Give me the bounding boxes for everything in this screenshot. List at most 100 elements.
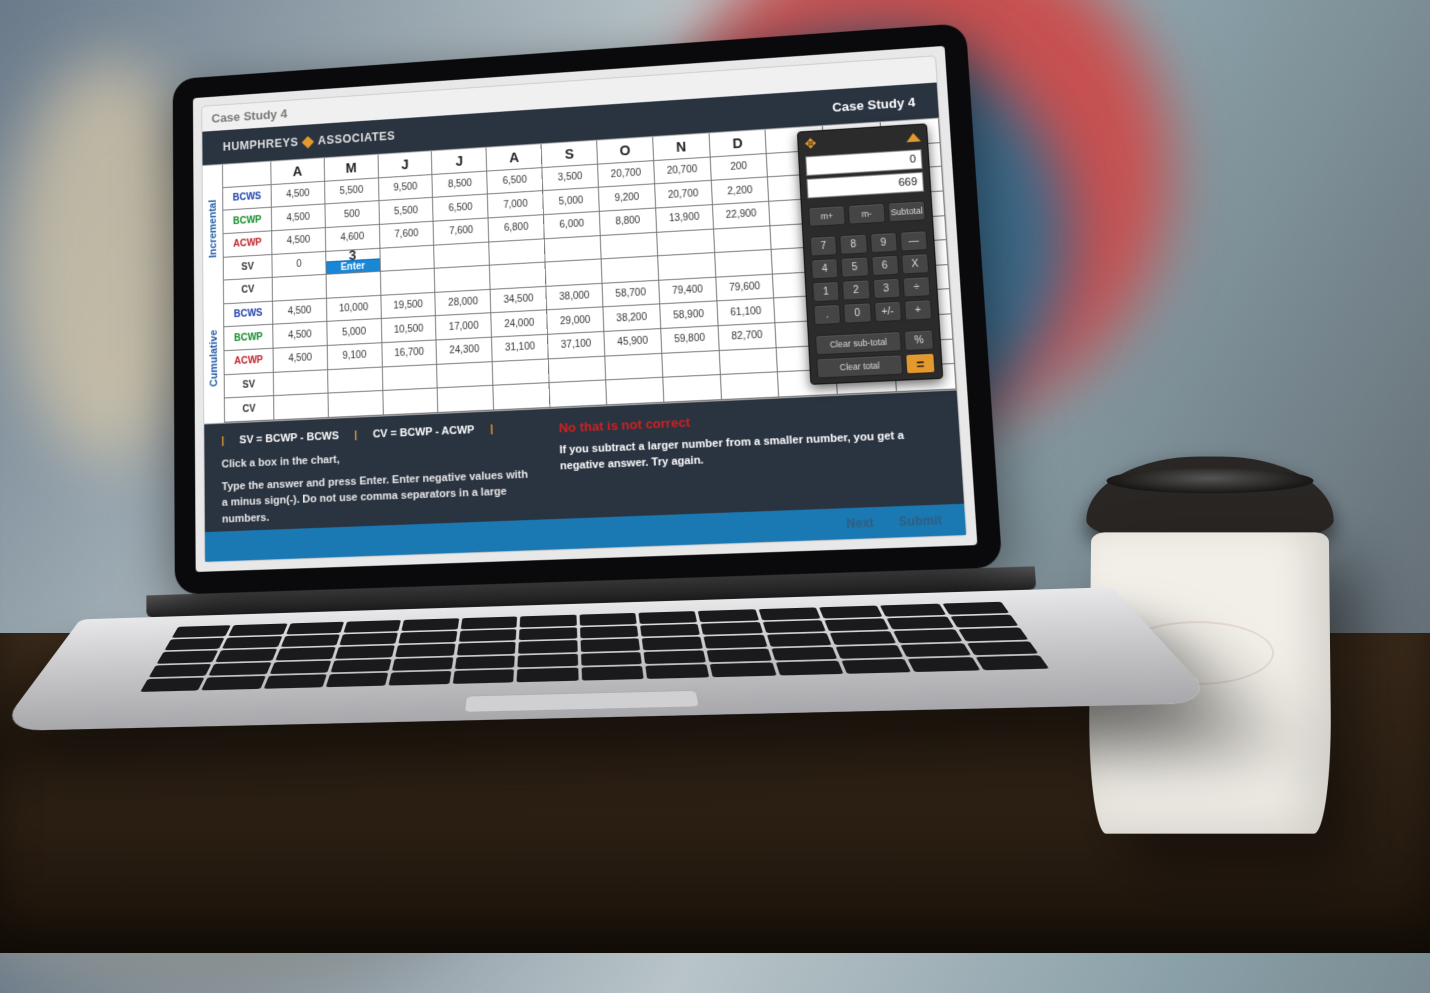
row-label [223,162,272,187]
calc-key-3[interactable]: 3 [872,278,900,299]
calc-key-8[interactable]: 8 [839,234,867,255]
cv-cell[interactable] [326,272,381,298]
inc-bcws-cell: 3,500 [543,164,599,190]
calc-key-9[interactable]: 9 [869,232,897,253]
cum-cv-cell[interactable] [663,375,722,401]
row-label-inc-bcws: BCWS [223,185,272,210]
calc-key-percent[interactable]: % [904,329,934,351]
cum-bcwp-cell: 38,200 [603,305,661,331]
calc-key-7[interactable]: 7 [810,235,838,256]
cum-acwp-cell: 24,300 [437,338,493,364]
cum-bcwp-cell: 29,000 [547,308,604,334]
inc-acwp-cell: 22,900 [713,202,771,228]
sv-cell[interactable] [545,236,602,262]
cv-cell[interactable] [381,269,436,295]
submit-button[interactable]: Submit [898,513,942,529]
cv-cell[interactable] [490,263,546,289]
calc-key-.[interactable]: . [813,304,841,325]
calc-key-1[interactable]: 1 [812,281,840,302]
cum-bcwp-cell: 61,100 [717,299,776,325]
sv-cell[interactable] [657,229,715,255]
active-entry-cell[interactable]: 3Enter [326,248,381,274]
instructions: Click a box in the chart, Type the answe… [222,443,538,527]
calc-key-—[interactable]: — [899,230,927,251]
month-header: J [432,148,487,174]
sv-cell[interactable] [380,245,435,271]
cum-cv-cell[interactable] [606,378,664,404]
calc-key-4[interactable]: 4 [811,258,839,279]
cum-sv-cell[interactable] [662,351,720,377]
calc-key-+[interactable]: + [904,299,933,321]
sv-cell[interactable]: 0 [272,251,326,277]
cum-cv-cell[interactable] [550,381,607,407]
cum-acwp-cell: 37,100 [548,332,605,358]
sv-cell[interactable] [714,226,772,252]
cum-cv-cell[interactable] [494,383,551,409]
cum-acwp-cell: 31,100 [492,335,549,361]
next-button[interactable]: Next [846,515,874,530]
calculator-widget[interactable]: ✥ 0 669 m+ m- Subtotal 789—456X123÷.0+ [797,123,943,385]
cum-bcws-cell: 28,000 [436,290,492,316]
cum-sv-cell[interactable] [605,354,663,380]
inc-bcwp-cell: 5,500 [379,198,434,224]
sv-cell[interactable] [435,242,491,268]
cv-cell[interactable] [658,253,716,279]
brand-logo: HUMPHREYS ◆ ASSOCIATES [223,126,396,156]
inc-acwp-cell: 6,000 [544,212,601,238]
cum-sv-cell[interactable] [328,367,383,393]
calc-key-÷[interactable]: ÷ [902,276,930,297]
calc-key-clear-sub[interactable]: Clear sub-total [815,331,902,355]
calc-key-mplus[interactable]: m+ [808,205,846,227]
cum-sv-cell[interactable] [438,362,494,388]
cum-sv-cell[interactable] [274,370,329,396]
calc-key-equals[interactable]: = [905,353,935,375]
cum-cv-cell[interactable] [721,373,780,399]
cum-sv-cell[interactable] [719,348,778,374]
move-icon[interactable]: ✥ [804,135,817,152]
calc-key-subtotal[interactable]: Subtotal [888,200,926,222]
cum-sv-cell[interactable] [493,359,550,385]
cum-bcwp-cell: 17,000 [436,314,492,340]
inc-bcws-cell: 20,700 [598,161,655,187]
cv-cell[interactable] [546,260,603,286]
calc-key-clear-total[interactable]: Clear total [816,354,903,378]
cum-bcws-cell: 19,500 [381,293,436,319]
cum-cv-cell[interactable] [438,386,494,412]
cum-cv-cell[interactable] [328,391,383,417]
row-label-sv: SV [224,254,273,279]
inc-bcwp-cell: 6,500 [433,195,488,221]
cv-cell[interactable] [435,266,491,292]
sv-cell[interactable] [601,232,658,258]
collapse-icon[interactable] [906,133,921,143]
sv-cell[interactable] [490,239,546,265]
row-label-cum-bcws: BCWS [224,301,273,326]
inc-bcwp-cell: 7,000 [488,191,544,217]
calc-key-+/-[interactable]: +/- [873,301,901,322]
cum-acwp-cell: 59,800 [661,326,719,352]
cum-cv-cell[interactable] [383,389,439,415]
inc-acwp-cell: 13,900 [656,205,714,231]
logo-mark-icon: ◆ [302,132,314,151]
cv-cell[interactable] [715,250,773,276]
cum-acwp-cell: 45,900 [604,329,662,355]
cum-bcws-cell: 34,500 [491,287,547,313]
inc-bcwp-cell: 4,500 [272,205,326,231]
calc-key-2[interactable]: 2 [842,279,870,300]
cum-sv-cell[interactable] [549,356,606,382]
cum-acwp-cell: 9,100 [328,343,383,369]
cum-bcws-cell: 10,000 [327,296,382,322]
cv-cell[interactable] [602,256,659,282]
calc-key-X[interactable]: X [901,253,929,274]
inc-bcws-cell: 200 [710,154,768,180]
cum-cv-cell[interactable] [274,394,329,420]
calc-key-mminus[interactable]: m- [848,203,886,225]
inc-acwp-cell: 7,600 [434,218,489,244]
inc-acwp-cell: 7,600 [380,222,435,248]
calc-key-5[interactable]: 5 [841,256,869,277]
calc-key-6[interactable]: 6 [871,255,899,276]
inc-bcws-cell: 9,500 [379,175,434,201]
cum-sv-cell[interactable] [383,365,439,391]
cv-cell[interactable] [273,275,327,301]
row-label-cum-bcwp: BCWP [224,325,273,350]
calc-key-0[interactable]: 0 [843,302,871,323]
